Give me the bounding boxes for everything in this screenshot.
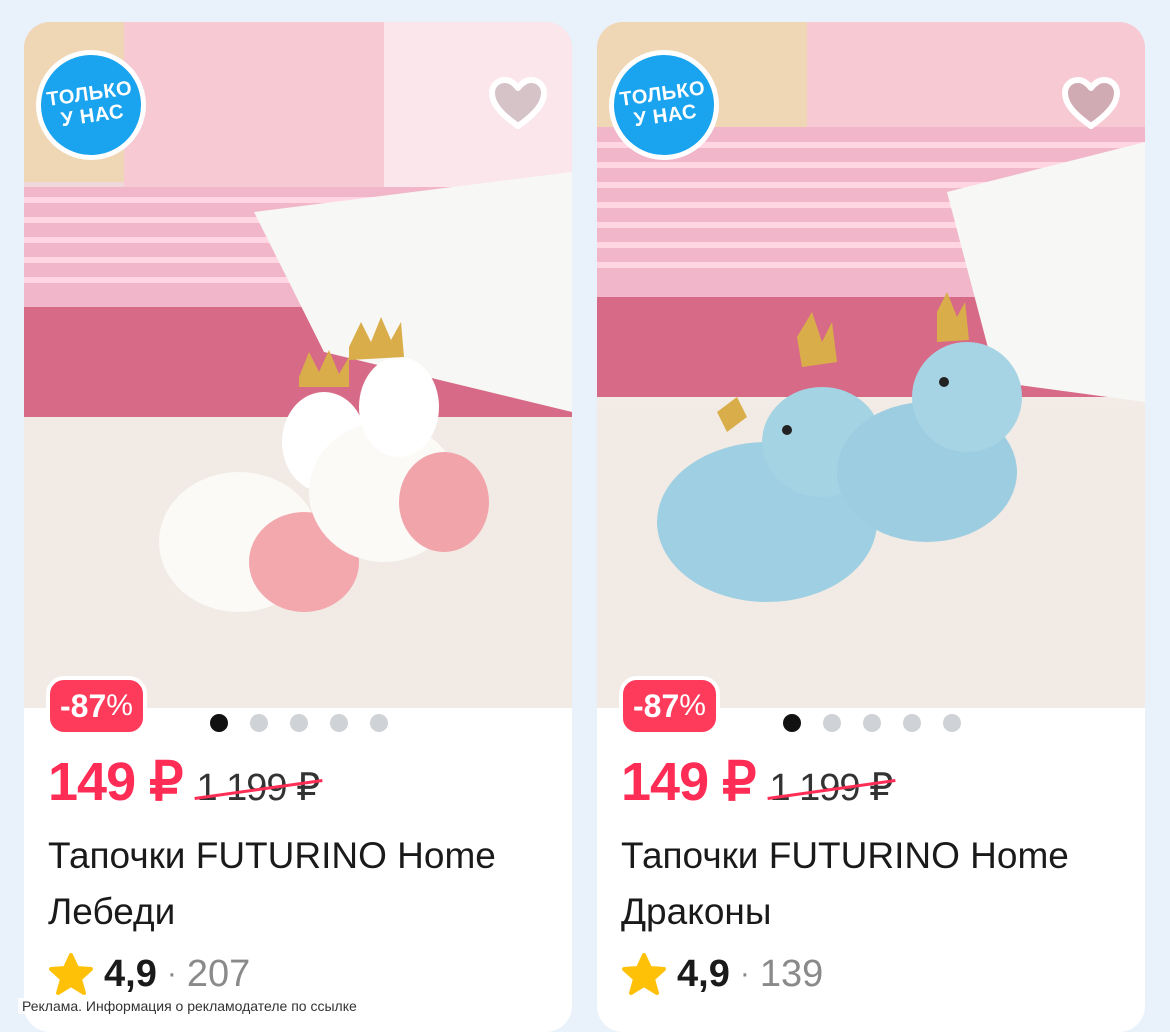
- reviews-count: 207: [186, 952, 251, 995]
- reviews-count: 139: [759, 952, 824, 995]
- carousel-dot[interactable]: [903, 714, 921, 732]
- price-row: 149 ₽ 1 199 ₽: [48, 750, 320, 813]
- discount-value: -87: [633, 688, 680, 724]
- carousel-dots[interactable]: [783, 714, 961, 732]
- carousel-dot[interactable]: [863, 714, 881, 732]
- discount-badge: -87%: [46, 676, 147, 736]
- carousel-dot[interactable]: [250, 714, 268, 732]
- product-card[interactable]: ТОЛЬКО У НАС -87% 149 ₽ 1 199 ₽ Тапочки …: [597, 22, 1145, 1032]
- rating-score: 4,9: [104, 952, 157, 995]
- price-row: 149 ₽ 1 199 ₽: [621, 750, 893, 813]
- rating-separator: ·: [739, 957, 750, 990]
- discount-percent-sign: %: [106, 689, 133, 722]
- favorite-button[interactable]: [486, 72, 550, 136]
- carousel-dot[interactable]: [783, 714, 801, 732]
- carousel-dot[interactable]: [370, 714, 388, 732]
- star-icon: [49, 953, 93, 995]
- ad-disclaimer[interactable]: Реклама. Информация о рекламодателе по с…: [18, 998, 361, 1014]
- discount-badge: -87%: [619, 676, 720, 736]
- discount-percent-sign: %: [679, 689, 706, 722]
- product-card[interactable]: ТОЛЬКО У НАС -87% 149 ₽ 1 199 ₽ Тапочки …: [24, 22, 572, 1032]
- heart-icon: [1062, 77, 1120, 129]
- carousel-dot[interactable]: [943, 714, 961, 732]
- carousel-dot[interactable]: [210, 714, 228, 732]
- favorite-button[interactable]: [1059, 72, 1123, 136]
- heart-icon: [489, 77, 547, 129]
- discount-value: -87: [60, 688, 107, 724]
- carousel-dot[interactable]: [823, 714, 841, 732]
- carousel-dot[interactable]: [290, 714, 308, 732]
- rating: 4,9 · 207: [48, 952, 250, 996]
- star-icon: [622, 953, 666, 995]
- carousel-dot[interactable]: [330, 714, 348, 732]
- current-price: 149 ₽: [48, 752, 183, 812]
- rating-score: 4,9: [677, 952, 730, 995]
- rating: 4,9 · 139: [621, 952, 823, 996]
- rating-separator: ·: [166, 957, 177, 990]
- current-price: 149 ₽: [621, 752, 756, 812]
- old-price: 1 199 ₽: [769, 767, 893, 809]
- product-title[interactable]: Тапочки FUTURINO Home Лебеди: [48, 828, 558, 940]
- product-title[interactable]: Тапочки FUTURINO Home Драконы: [621, 828, 1131, 940]
- old-price: 1 199 ₽: [196, 767, 320, 809]
- carousel-dots[interactable]: [210, 714, 388, 732]
